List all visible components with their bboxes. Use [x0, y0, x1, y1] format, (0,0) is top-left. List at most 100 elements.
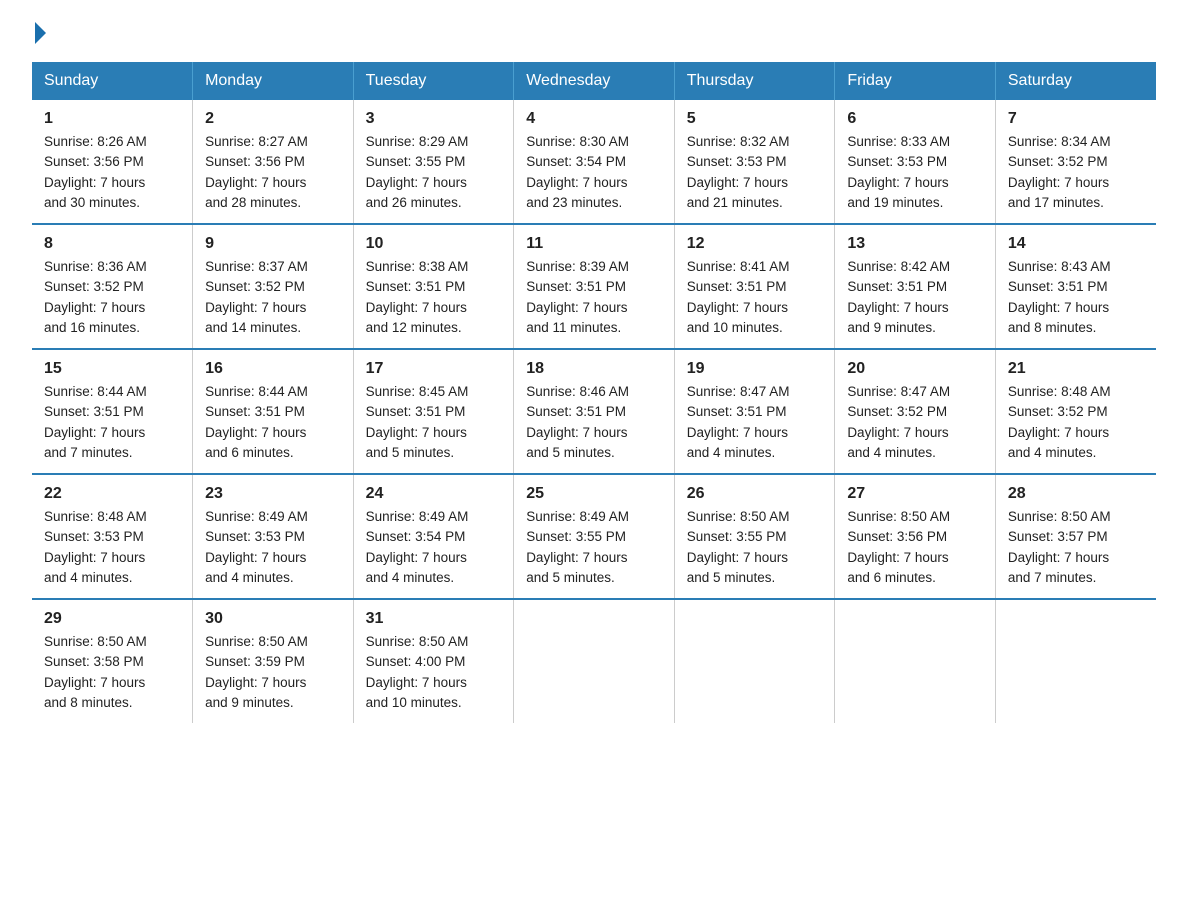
- header-thursday: Thursday: [674, 62, 835, 100]
- day-number: 31: [366, 610, 502, 628]
- day-info: Sunrise: 8:42 AMSunset: 3:51 PMDaylight:…: [847, 257, 983, 338]
- header-row: Sunday Monday Tuesday Wednesday Thursday…: [32, 62, 1156, 100]
- day-info: Sunrise: 8:36 AMSunset: 3:52 PMDaylight:…: [44, 257, 180, 338]
- calendar-cell: 7 Sunrise: 8:34 AMSunset: 3:52 PMDaylight…: [995, 100, 1156, 224]
- logo-general: [32, 24, 46, 44]
- day-info: Sunrise: 8:48 AMSunset: 3:52 PMDaylight:…: [1008, 382, 1144, 463]
- day-info: Sunrise: 8:37 AMSunset: 3:52 PMDaylight:…: [205, 257, 341, 338]
- calendar-cell: 26 Sunrise: 8:50 AMSunset: 3:55 PMDayligh…: [674, 474, 835, 599]
- day-number: 18: [526, 360, 662, 378]
- calendar-cell: [514, 599, 675, 723]
- calendar-cell: 11 Sunrise: 8:39 AMSunset: 3:51 PMDayligh…: [514, 224, 675, 349]
- day-number: 25: [526, 485, 662, 503]
- calendar-cell: 31 Sunrise: 8:50 AMSunset: 4:00 PMDayligh…: [353, 599, 514, 723]
- calendar-cell: 3Sunrise: 8:29 AMSunset: 3:55 PMDaylight…: [353, 100, 514, 224]
- logo: [32, 24, 46, 44]
- day-info: Sunrise: 8:43 AMSunset: 3:51 PMDaylight:…: [1008, 257, 1144, 338]
- day-info: Sunrise: 8:50 AMSunset: 3:57 PMDaylight:…: [1008, 507, 1144, 588]
- calendar-body: 1Sunrise: 8:26 AMSunset: 3:56 PMDaylight…: [32, 100, 1156, 723]
- logo-arrow-icon: [35, 22, 46, 44]
- header-wednesday: Wednesday: [514, 62, 675, 100]
- header-tuesday: Tuesday: [353, 62, 514, 100]
- calendar-cell: 16 Sunrise: 8:44 AMSunset: 3:51 PMDayligh…: [193, 349, 354, 474]
- day-info: Sunrise: 8:30 AMSunset: 3:54 PMDaylight:…: [526, 132, 662, 213]
- day-number: 28: [1008, 485, 1144, 503]
- day-number: 12: [687, 235, 823, 253]
- day-info: Sunrise: 8:29 AMSunset: 3:55 PMDaylight:…: [366, 132, 502, 213]
- day-info: Sunrise: 8:49 AMSunset: 3:53 PMDaylight:…: [205, 507, 341, 588]
- calendar-cell: 5 Sunrise: 8:32 AMSunset: 3:53 PMDaylight…: [674, 100, 835, 224]
- calendar-cell: 24 Sunrise: 8:49 AMSunset: 3:54 PMDayligh…: [353, 474, 514, 599]
- day-info: Sunrise: 8:34 AMSunset: 3:52 PMDaylight:…: [1008, 132, 1144, 213]
- day-number: 13: [847, 235, 983, 253]
- calendar-cell: 25 Sunrise: 8:49 AMSunset: 3:55 PMDayligh…: [514, 474, 675, 599]
- day-info: Sunrise: 8:38 AMSunset: 3:51 PMDaylight:…: [366, 257, 502, 338]
- header-sunday: Sunday: [32, 62, 193, 100]
- calendar-cell: 20 Sunrise: 8:47 AMSunset: 3:52 PMDayligh…: [835, 349, 996, 474]
- day-number: 20: [847, 360, 983, 378]
- calendar-header: Sunday Monday Tuesday Wednesday Thursday…: [32, 62, 1156, 100]
- day-number: 1: [44, 110, 180, 128]
- calendar-cell: 12 Sunrise: 8:41 AMSunset: 3:51 PMDayligh…: [674, 224, 835, 349]
- day-number: 24: [366, 485, 502, 503]
- day-number: 27: [847, 485, 983, 503]
- day-number: 19: [687, 360, 823, 378]
- calendar-cell: 2 Sunrise: 8:27 AMSunset: 3:56 PMDaylight…: [193, 100, 354, 224]
- calendar-cell: [835, 599, 996, 723]
- day-number: 14: [1008, 235, 1144, 253]
- day-info: Sunrise: 8:44 AMSunset: 3:51 PMDaylight:…: [44, 382, 180, 463]
- day-info: Sunrise: 8:44 AMSunset: 3:51 PMDaylight:…: [205, 382, 341, 463]
- calendar-cell: 10 Sunrise: 8:38 AMSunset: 3:51 PMDayligh…: [353, 224, 514, 349]
- calendar-cell: 17 Sunrise: 8:45 AMSunset: 3:51 PMDayligh…: [353, 349, 514, 474]
- day-number: 10: [366, 235, 502, 253]
- day-number: 30: [205, 610, 341, 628]
- calendar-cell: 21Sunrise: 8:48 AMSunset: 3:52 PMDayligh…: [995, 349, 1156, 474]
- day-info: Sunrise: 8:50 AMSunset: 3:58 PMDaylight:…: [44, 632, 180, 713]
- calendar-cell: 30 Sunrise: 8:50 AMSunset: 3:59 PMDayligh…: [193, 599, 354, 723]
- day-info: Sunrise: 8:33 AMSunset: 3:53 PMDaylight:…: [847, 132, 983, 213]
- day-number: 5: [687, 110, 823, 128]
- day-info: Sunrise: 8:45 AMSunset: 3:51 PMDaylight:…: [366, 382, 502, 463]
- calendar-cell: 29 Sunrise: 8:50 AMSunset: 3:58 PMDayligh…: [32, 599, 193, 723]
- day-number: 15: [44, 360, 180, 378]
- day-info: Sunrise: 8:41 AMSunset: 3:51 PMDaylight:…: [687, 257, 823, 338]
- day-info: Sunrise: 8:47 AMSunset: 3:51 PMDaylight:…: [687, 382, 823, 463]
- day-info: Sunrise: 8:50 AMSunset: 3:59 PMDaylight:…: [205, 632, 341, 713]
- day-info: Sunrise: 8:47 AMSunset: 3:52 PMDaylight:…: [847, 382, 983, 463]
- day-info: Sunrise: 8:39 AMSunset: 3:51 PMDaylight:…: [526, 257, 662, 338]
- day-number: 26: [687, 485, 823, 503]
- calendar-cell: 23 Sunrise: 8:49 AMSunset: 3:53 PMDayligh…: [193, 474, 354, 599]
- day-number: 2: [205, 110, 341, 128]
- header-saturday: Saturday: [995, 62, 1156, 100]
- day-number: 7: [1008, 110, 1144, 128]
- day-number: 17: [366, 360, 502, 378]
- day-info: Sunrise: 8:32 AMSunset: 3:53 PMDaylight:…: [687, 132, 823, 213]
- calendar-cell: 13 Sunrise: 8:42 AMSunset: 3:51 PMDayligh…: [835, 224, 996, 349]
- day-info: Sunrise: 8:49 AMSunset: 3:55 PMDaylight:…: [526, 507, 662, 588]
- day-number: 23: [205, 485, 341, 503]
- day-number: 6: [847, 110, 983, 128]
- day-info: Sunrise: 8:48 AMSunset: 3:53 PMDaylight:…: [44, 507, 180, 588]
- calendar-cell: 9 Sunrise: 8:37 AMSunset: 3:52 PMDaylight…: [193, 224, 354, 349]
- day-number: 9: [205, 235, 341, 253]
- day-info: Sunrise: 8:49 AMSunset: 3:54 PMDaylight:…: [366, 507, 502, 588]
- calendar-cell: 15 Sunrise: 8:44 AMSunset: 3:51 PMDayligh…: [32, 349, 193, 474]
- day-info: Sunrise: 8:46 AMSunset: 3:51 PMDaylight:…: [526, 382, 662, 463]
- page-header: [32, 24, 1156, 44]
- day-info: Sunrise: 8:27 AMSunset: 3:56 PMDaylight:…: [205, 132, 341, 213]
- calendar-cell: 8 Sunrise: 8:36 AMSunset: 3:52 PMDaylight…: [32, 224, 193, 349]
- day-number: 16: [205, 360, 341, 378]
- calendar-cell: 19 Sunrise: 8:47 AMSunset: 3:51 PMDayligh…: [674, 349, 835, 474]
- day-number: 8: [44, 235, 180, 253]
- day-info: Sunrise: 8:50 AMSunset: 3:56 PMDaylight:…: [847, 507, 983, 588]
- calendar-cell: [674, 599, 835, 723]
- header-monday: Monday: [193, 62, 354, 100]
- day-info: Sunrise: 8:50 AMSunset: 4:00 PMDaylight:…: [366, 632, 502, 713]
- day-number: 29: [44, 610, 180, 628]
- day-number: 11: [526, 235, 662, 253]
- day-number: 22: [44, 485, 180, 503]
- day-info: Sunrise: 8:50 AMSunset: 3:55 PMDaylight:…: [687, 507, 823, 588]
- calendar-cell: [995, 599, 1156, 723]
- calendar-cell: 18 Sunrise: 8:46 AMSunset: 3:51 PMDayligh…: [514, 349, 675, 474]
- calendar-cell: 1Sunrise: 8:26 AMSunset: 3:56 PMDaylight…: [32, 100, 193, 224]
